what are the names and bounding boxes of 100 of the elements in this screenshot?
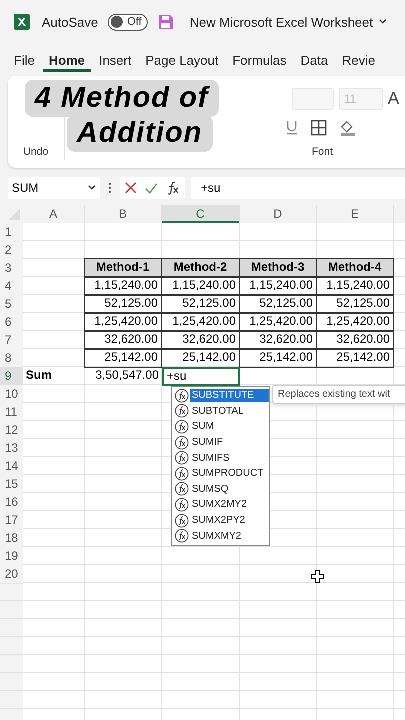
- ribbon-tab[interactable]: Formulas: [226, 48, 293, 72]
- function-icon[interactable]: [175, 514, 189, 528]
- cell-text: 32,620.00: [104, 332, 158, 346]
- function-icon[interactable]: [175, 451, 189, 466]
- fill-color-icon[interactable]: [339, 120, 357, 136]
- ribbon-tab[interactable]: Revie: [336, 48, 382, 72]
- function-tooltip: Replaces existing text wit: [272, 385, 405, 404]
- row-header[interactable]: 16: [0, 493, 23, 512]
- excel-logo-icon[interactable]: [14, 14, 30, 30]
- row-header[interactable]: 10: [0, 385, 23, 404]
- formula-input[interactable]: +su: [191, 177, 405, 199]
- cell-text: Sum: [26, 368, 52, 382]
- column-header[interactable]: D: [240, 205, 317, 223]
- function-suggestion[interactable]: SUMIFS: [190, 452, 232, 465]
- autosave-toggle[interactable]: Off: [108, 14, 148, 30]
- insert-function-icon[interactable]: [166, 181, 180, 195]
- cell-text: 52,125.00: [336, 296, 390, 310]
- function-suggestion[interactable]: SUMX2MY2: [190, 498, 250, 512]
- function-icon[interactable]: [175, 420, 189, 434]
- ribbon-tab[interactable]: Data: [294, 48, 334, 72]
- name-box[interactable]: SUM: [8, 177, 100, 199]
- column-header[interactable]: E: [317, 205, 394, 223]
- function-suggestion[interactable]: SUMXMY2: [190, 530, 244, 543]
- function-icon[interactable]: [175, 436, 189, 450]
- mouse-cursor-icon[interactable]: [311, 570, 325, 584]
- cell-text: 1,15,240.00: [326, 278, 390, 292]
- function-suggestion[interactable]: SUBSTITUTE: [190, 389, 269, 402]
- row-header[interactable]: 9: [0, 367, 23, 386]
- cell-text: 1,25,420.00: [94, 314, 158, 328]
- function-suggestion[interactable]: SUMIF: [190, 436, 226, 450]
- row-header[interactable]: 18: [0, 529, 23, 548]
- cell-text: 1,25,420.00: [172, 314, 236, 328]
- row-header[interactable]: 17: [0, 511, 23, 530]
- group-label: Font: [311, 146, 334, 158]
- cell-text: 25,142.00: [260, 350, 313, 364]
- ribbon-tab[interactable]: File: [8, 48, 41, 72]
- column-header[interactable]: A: [23, 205, 85, 223]
- active-cell[interactable]: +su: [162, 367, 240, 386]
- cell-text: 25,142.00: [336, 350, 390, 364]
- row-header[interactable]: 11: [0, 403, 23, 422]
- cell-text: 52,125.00: [260, 296, 313, 310]
- cell-text: 32,620.00: [336, 332, 390, 346]
- ribbon-tab[interactable]: Page Layout: [140, 48, 225, 72]
- row-header[interactable]: 12: [0, 421, 23, 440]
- row-header[interactable]: 4: [0, 277, 23, 296]
- cell-text: 32,620.00: [260, 332, 313, 346]
- column-header[interactable]: C: [162, 205, 240, 223]
- function-icon[interactable]: [175, 404, 189, 418]
- function-icon[interactable]: [175, 466, 189, 481]
- more-options-icon[interactable]: [108, 182, 112, 194]
- row-header[interactable]: 6: [0, 313, 23, 332]
- function-suggestion[interactable]: SUBTOTAL: [190, 404, 246, 418]
- document-title[interactable]: New Microsoft Excel Worksheet: [190, 14, 388, 30]
- row-header[interactable]: 15: [0, 475, 23, 494]
- column-heading: Method-3: [251, 260, 305, 274]
- row-header[interactable]: 8: [0, 349, 23, 368]
- row-header[interactable]: 19: [0, 547, 23, 566]
- name-box-value: SUM: [12, 181, 39, 195]
- function-icon[interactable]: [175, 498, 189, 512]
- row-header[interactable]: 7: [0, 331, 23, 350]
- function-suggestion[interactable]: SUMSQ: [190, 482, 231, 496]
- function-icon[interactable]: [175, 529, 189, 544]
- cancel-icon[interactable]: [125, 182, 137, 194]
- chevron-down-icon[interactable]: [88, 185, 96, 191]
- increase-font-button[interactable]: A: [388, 89, 400, 109]
- formula-text: +su: [201, 181, 221, 195]
- confirm-icon[interactable]: [145, 182, 158, 194]
- column-heading: Method-2: [174, 260, 228, 274]
- underline-icon[interactable]: [285, 120, 299, 136]
- cell-text: 1,15,240.00: [172, 278, 236, 292]
- cell-text: 3,50,547.00: [96, 368, 159, 382]
- cell-text: 1,15,240.00: [94, 278, 158, 292]
- autosave-label: AutoSave: [42, 14, 98, 30]
- column-heading: Method-1: [96, 260, 150, 274]
- cell-text: 25,142.00: [182, 350, 236, 364]
- row-header[interactable]: 14: [0, 457, 23, 476]
- cell-text: 1,25,420.00: [250, 314, 313, 328]
- cell-text: 1,25,420.00: [326, 314, 390, 328]
- overlay-title: 4 Method of: [25, 80, 219, 117]
- function-icon[interactable]: [175, 388, 189, 403]
- save-icon[interactable]: [158, 14, 174, 30]
- chevron-down-icon[interactable]: [379, 19, 388, 25]
- ribbon-tab[interactable]: Home: [42, 48, 92, 72]
- row-header[interactable]: 3: [0, 259, 23, 278]
- row-header[interactable]: 5: [0, 295, 23, 314]
- borders-icon[interactable]: [311, 120, 327, 136]
- function-suggestion[interactable]: SUMX2PY2: [190, 514, 248, 528]
- overlay-title: Addition: [67, 115, 213, 152]
- row-header[interactable]: 2: [0, 241, 23, 260]
- function-icon[interactable]: [175, 482, 189, 496]
- group-label: Undo: [23, 146, 49, 158]
- row-header[interactable]: 20: [0, 565, 23, 584]
- cell-text: 52,125.00: [104, 296, 158, 310]
- function-suggestion[interactable]: SUMPRODUCT: [190, 467, 266, 480]
- cell-text: 1,15,240.00: [250, 278, 313, 292]
- function-suggestion[interactable]: SUM: [190, 420, 216, 434]
- column-heading: Method-4: [328, 260, 382, 274]
- ribbon-tab[interactable]: Insert: [93, 48, 138, 72]
- row-header[interactable]: 13: [0, 439, 23, 458]
- cell-text: 52,125.00: [182, 296, 236, 310]
